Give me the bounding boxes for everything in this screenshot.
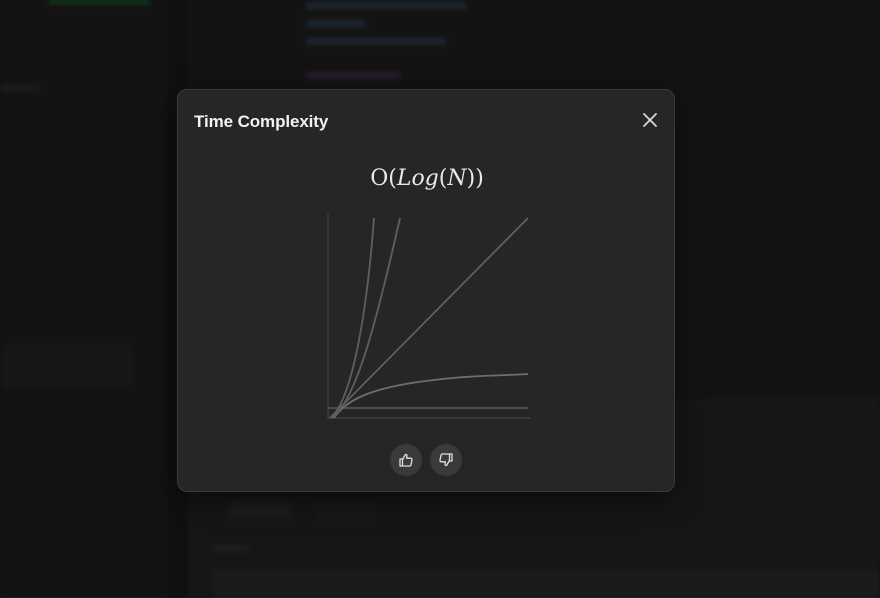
dialog-title: Time Complexity bbox=[194, 112, 329, 131]
log-curve bbox=[333, 373, 529, 419]
linear-curve bbox=[329, 217, 529, 419]
feedback-row bbox=[390, 444, 462, 476]
dislike-button[interactable] bbox=[430, 444, 462, 476]
close-button[interactable] bbox=[640, 110, 660, 130]
time-complexity-dialog: Time Complexity O(Log(N)) bbox=[177, 89, 675, 492]
close-icon bbox=[643, 113, 657, 127]
thumbs-up-icon bbox=[399, 453, 413, 467]
like-button[interactable] bbox=[390, 444, 422, 476]
complexity-formula: O(Log(N)) bbox=[370, 166, 484, 191]
thumbs-down-icon bbox=[439, 453, 453, 467]
complexity-chart bbox=[327, 214, 530, 419]
